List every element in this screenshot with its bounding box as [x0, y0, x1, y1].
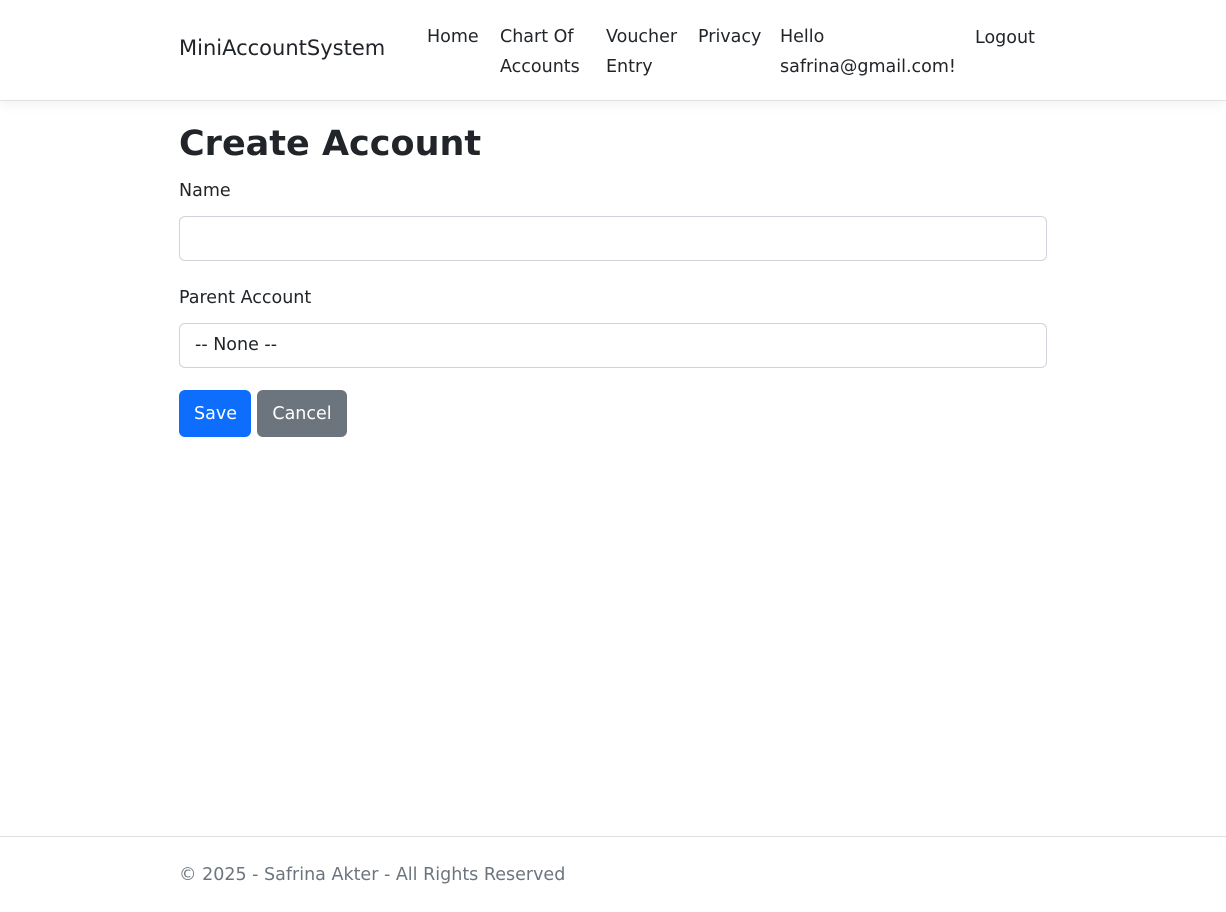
nav-label: Voucher: [606, 27, 678, 47]
brand-link[interactable]: MiniAccountSystem: [179, 36, 385, 60]
navbar: MiniAccountSystem Home Chart Of Accounts …: [0, 0, 1226, 101]
footer: © 2025 - Safrina Akter - All Rights Rese…: [0, 836, 1226, 912]
user-email: safrina@gmail.com!: [780, 57, 956, 77]
nav-voucher-entry[interactable]: Voucher Entry: [606, 22, 677, 82]
save-button[interactable]: Save: [179, 390, 251, 437]
footer-text: © 2025 - Safrina Akter - All Rights Rese…: [179, 865, 566, 885]
nav-chart-of-accounts[interactable]: Chart Of Accounts: [500, 22, 580, 82]
parent-account-label: Parent Account: [179, 288, 312, 308]
nav-label: Entry: [606, 57, 653, 77]
nav-home[interactable]: Home: [427, 22, 479, 52]
name-input[interactable]: [179, 216, 1047, 261]
page-title: Create Account: [179, 124, 482, 164]
parent-account-select[interactable]: -- None --: [179, 323, 1047, 368]
cancel-button[interactable]: Cancel: [257, 390, 347, 437]
nav-privacy[interactable]: Privacy: [698, 22, 761, 52]
nav-label: Accounts: [500, 57, 580, 77]
greeting: Hello: [780, 27, 825, 47]
nav-user-greeting[interactable]: Hello safrina@gmail.com!: [780, 22, 956, 82]
nav-label: Chart Of: [500, 27, 574, 47]
name-label: Name: [179, 181, 231, 201]
logout-button[interactable]: Logout: [975, 23, 1035, 53]
